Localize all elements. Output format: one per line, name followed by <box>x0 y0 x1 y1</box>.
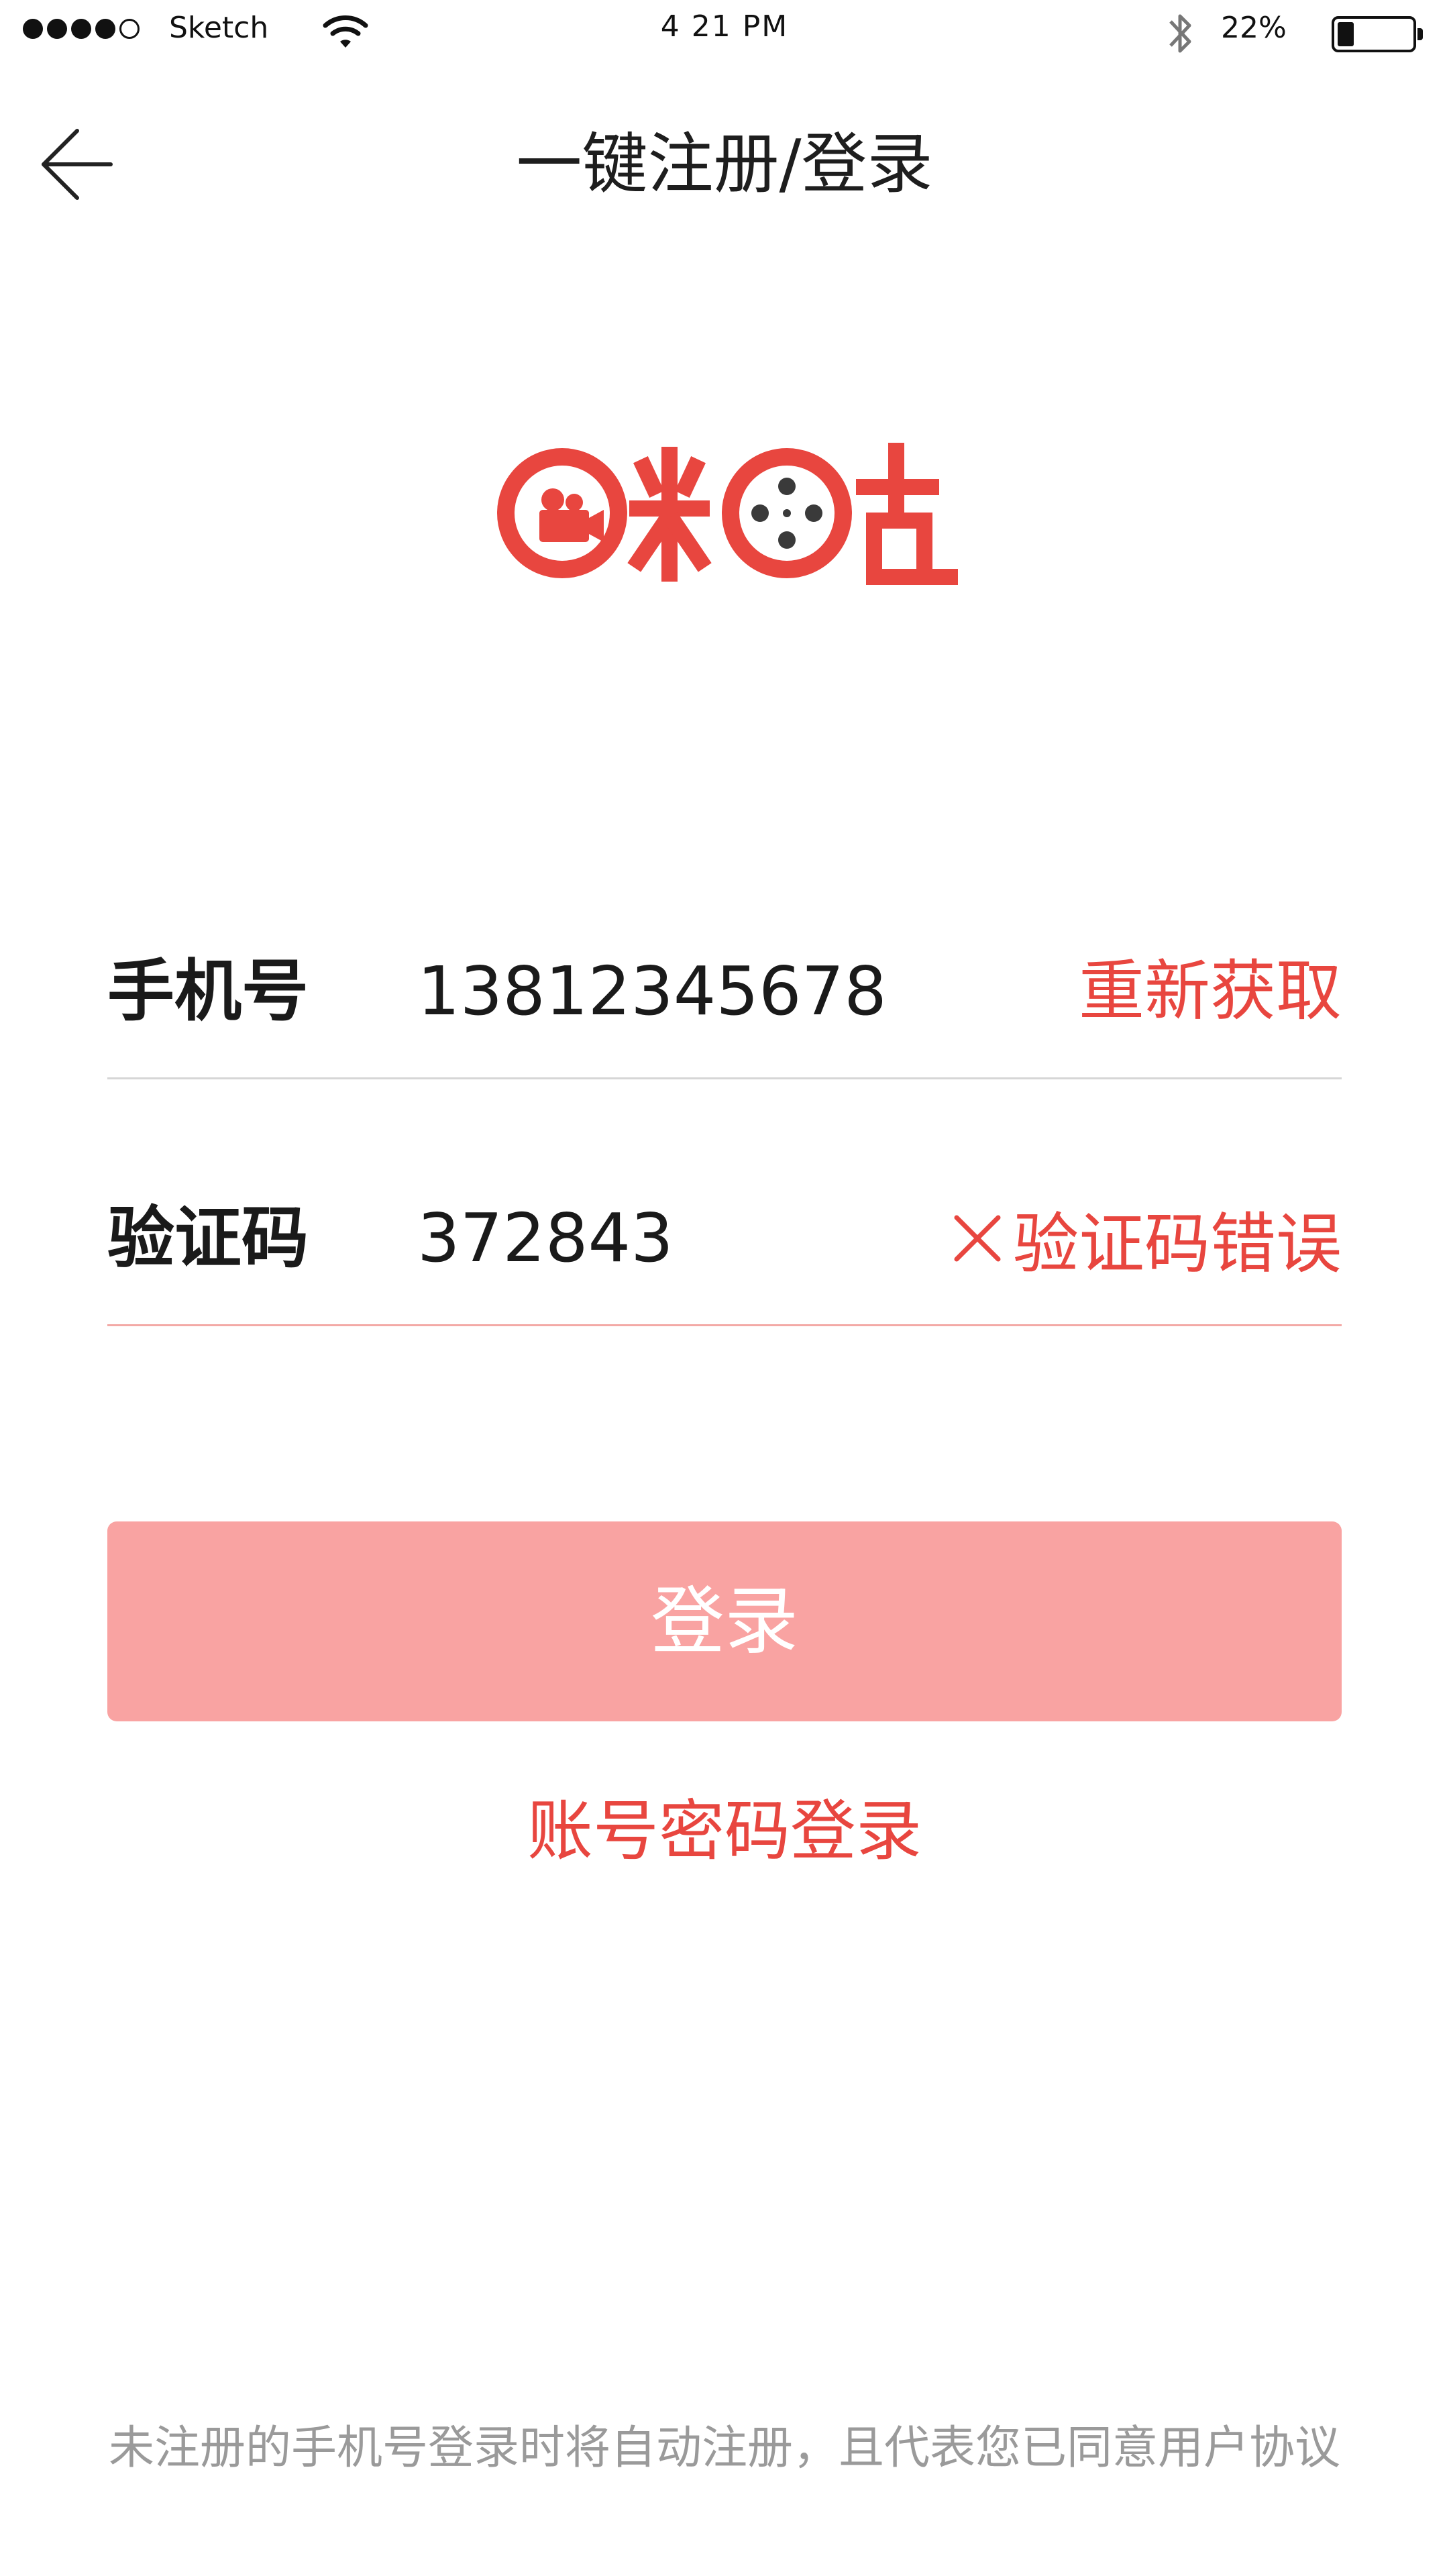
battery-percent: 22% <box>1221 11 1287 45</box>
code-divider <box>107 1324 1342 1326</box>
status-bar: Sketch 4 21 PM 22% <box>0 0 1449 60</box>
code-input[interactable]: 372843 <box>417 1191 954 1285</box>
code-error-text: 验证码错误 <box>1012 1206 1342 1283</box>
migu-logo <box>495 436 959 590</box>
user-agreement-link[interactable]: 用户协议 <box>1158 2422 1340 2475</box>
code-row: 验证码 372843 验证码错误 <box>107 1191 1342 1285</box>
code-error-message: 验证码错误 <box>950 1191 1342 1285</box>
resend-code-button[interactable]: 重新获取 <box>1079 945 1342 1038</box>
password-login-link[interactable]: 账号密码登录 <box>0 1788 1449 1875</box>
battery-level <box>1338 22 1354 46</box>
agreement-notice: 未注册的手机号登录时将自动注册，且代表您已同意用户协议 <box>0 2415 1449 2482</box>
agreement-text: 未注册的手机号登录时将自动注册，且代表您已同意 <box>108 2422 1158 2475</box>
battery-icon <box>1332 16 1423 52</box>
page-title: 一键注册/登录 <box>516 126 933 203</box>
phone-label: 手机号 <box>107 952 309 1030</box>
close-x-icon <box>954 1215 1001 1262</box>
phone-input[interactable]: 13812345678 <box>417 945 954 1038</box>
login-button[interactable]: 登录 <box>107 1521 1342 1721</box>
bluetooth-icon <box>1164 7 1197 63</box>
phone-row: 手机号 13812345678 重新获取 <box>107 945 1342 1038</box>
code-label: 验证码 <box>107 1199 309 1277</box>
phone-divider <box>107 1077 1342 1079</box>
